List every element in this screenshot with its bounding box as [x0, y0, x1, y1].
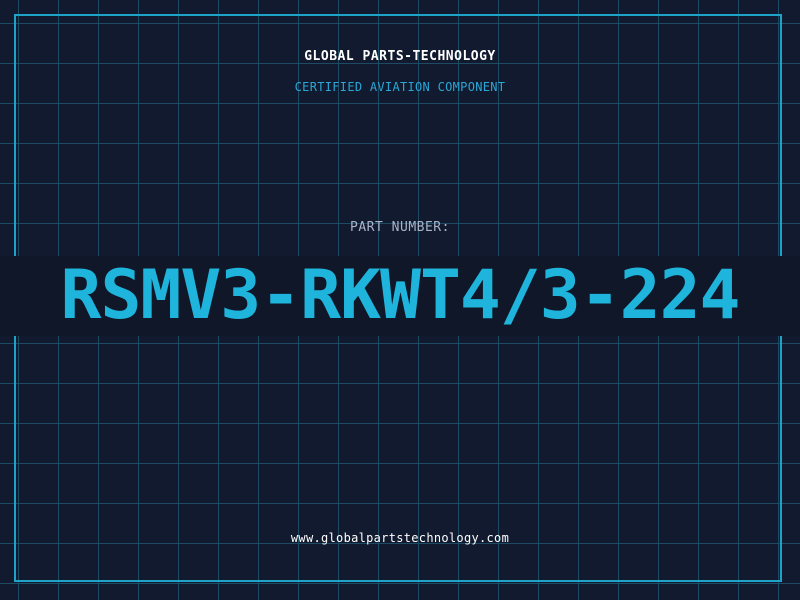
part-label-card: GLOBAL PARTS-TECHNOLOGY CERTIFIED AVIATI…	[0, 0, 800, 600]
certification-subtitle: CERTIFIED AVIATION COMPONENT	[294, 80, 506, 94]
part-number-label: PART NUMBER:	[350, 220, 450, 235]
part-number-value: RSMV3-RKWT4/3-224	[0, 256, 800, 336]
website-url: www.globalpartstechnology.com	[290, 531, 510, 545]
company-name: GLOBAL PARTS-TECHNOLOGY	[304, 49, 496, 64]
